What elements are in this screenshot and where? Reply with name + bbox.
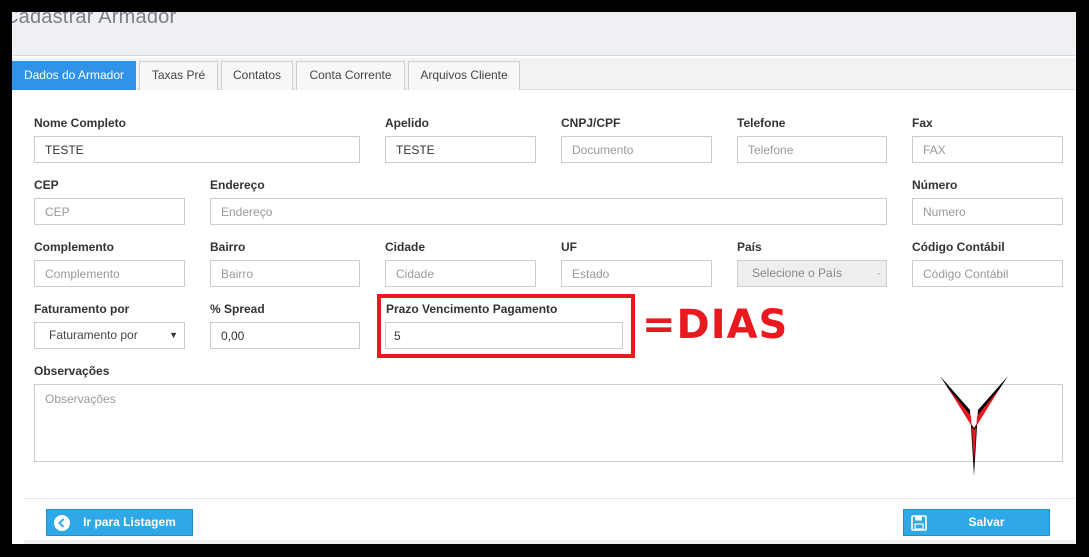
cep-input[interactable] (34, 198, 185, 225)
tab-arquivos-cliente[interactable]: Arquivos Cliente (408, 61, 520, 90)
codigo-contabil-label: Código Contábil (912, 240, 1005, 254)
pais-select[interactable]: Selecione o País - (737, 260, 887, 287)
dash-icon: - (877, 269, 880, 278)
tab-contatos[interactable]: Contatos (221, 61, 293, 90)
faturamento-select[interactable]: Faturamento por ▼ (34, 322, 185, 349)
faturamento-label: Faturamento por (34, 302, 130, 316)
cep-label: CEP (34, 178, 59, 192)
salvar-label: Salvar (968, 515, 1005, 529)
salvar-button[interactable]: Salvar (903, 509, 1050, 536)
spread-input[interactable] (210, 322, 360, 349)
tab-conta-corrente[interactable]: Conta Corrente (296, 61, 405, 90)
bairro-label: Bairro (210, 240, 246, 254)
numero-input[interactable] (912, 198, 1063, 225)
tab-bar: Dados do Armador Taxas Pré Contatos Cont… (12, 58, 1076, 90)
telefone-input[interactable] (737, 136, 887, 163)
page-title: Cadastrar Armador (12, 12, 177, 28)
nome-completo-input[interactable] (34, 136, 360, 163)
telefone-label: Telefone (737, 116, 786, 130)
apelido-input[interactable] (385, 136, 536, 163)
red-down-arrow-icon (940, 376, 1008, 476)
prazo-input[interactable] (385, 322, 623, 349)
nome-completo-label: Nome Completo (34, 116, 127, 130)
bairro-input[interactable] (210, 260, 360, 287)
prazo-label: Prazo Vencimento Pagamento (386, 302, 558, 316)
form-panel: Nome Completo Apelido CNPJ/CPF Telefone … (24, 90, 1076, 544)
uf-label: UF (561, 240, 577, 254)
tab-taxas-pre[interactable]: Taxas Pré (139, 61, 218, 90)
observacoes-label: Observações (34, 364, 110, 378)
fax-input[interactable] (912, 136, 1063, 163)
observacoes-textarea[interactable] (34, 384, 1063, 462)
caret-down-icon: ▼ (169, 330, 178, 340)
numero-label: Número (912, 178, 958, 192)
ir-para-listagem-button[interactable]: Ir para Listagem (46, 509, 193, 536)
bottom-bar (24, 540, 1076, 544)
ir-para-listagem-label: Ir para Listagem (83, 515, 176, 529)
app-window: Cadastrar Armador Dados do Armador Taxas… (12, 12, 1076, 544)
complemento-label: Complemento (34, 240, 115, 254)
uf-input[interactable] (561, 260, 712, 287)
endereco-label: Endereço (210, 178, 265, 192)
page-header: Cadastrar Armador (12, 12, 1076, 56)
endereco-input[interactable] (210, 198, 887, 225)
pais-select-value: Selecione o País (752, 266, 843, 280)
cnpj-label: CNPJ/CPF (561, 116, 621, 130)
complemento-input[interactable] (34, 260, 185, 287)
pais-label: País (737, 240, 762, 254)
cnpj-input[interactable] (561, 136, 712, 163)
faturamento-select-value: Faturamento por (49, 328, 138, 342)
cidade-input[interactable] (385, 260, 536, 287)
spread-label: % Spread (210, 302, 265, 316)
apelido-label: Apelido (385, 116, 429, 130)
fax-label: Fax (912, 116, 933, 130)
tab-dados-armador[interactable]: Dados do Armador (12, 61, 136, 90)
footer-divider (24, 498, 1076, 499)
annotation-dias: =DIAS (642, 302, 789, 348)
cidade-label: Cidade (385, 240, 426, 254)
codigo-contabil-input[interactable] (912, 260, 1063, 287)
